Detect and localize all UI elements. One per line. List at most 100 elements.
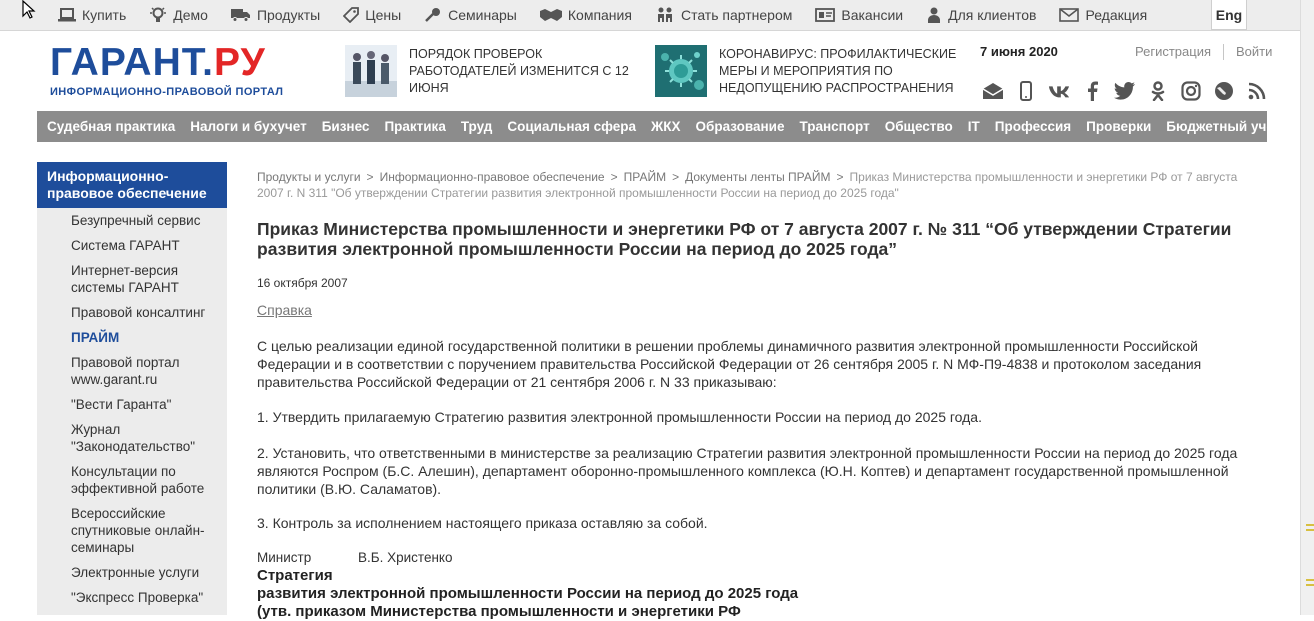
topnav-products[interactable]: Продукты bbox=[230, 7, 321, 23]
mainnav-item[interactable]: Общество bbox=[885, 119, 953, 134]
topnav-seminars[interactable]: Семинары bbox=[424, 7, 517, 23]
topnav-label: Редакция bbox=[1085, 7, 1148, 23]
topnav-label: Для клиентов bbox=[948, 7, 1037, 23]
mouse-cursor-icon bbox=[22, 0, 36, 19]
tag-icon bbox=[343, 7, 360, 23]
mainnav-item[interactable]: Транспорт bbox=[799, 119, 869, 134]
strategy-heading: Стратегия развития электронной промышлен… bbox=[257, 567, 798, 621]
sidebar-item-seminars[interactable]: Всероссийские спутниковые онлайн-семинар… bbox=[71, 505, 219, 556]
document-paragraph: 1. Утвердить прилагаемую Стратегию разви… bbox=[257, 409, 982, 425]
breadcrumb-separator: > bbox=[836, 170, 844, 184]
scroll-marker bbox=[1306, 529, 1314, 531]
sidebar-item-express-check[interactable]: "Экспресс Проверка" bbox=[71, 589, 221, 606]
strategy-line: развития электронной промышленности Росс… bbox=[257, 585, 799, 602]
topnav-buy[interactable]: Купить bbox=[58, 7, 126, 23]
main-nav: Судебная практика Налоги и бухучет Бизне… bbox=[37, 111, 1280, 142]
site-logo[interactable]: ГАРАНТ.РУ ИНФОРМАЦИОННО-ПРАВОВОЙ ПОРТАЛ bbox=[50, 41, 330, 98]
sidebar-item-portal[interactable]: Правовой портал www.garant.ru bbox=[71, 354, 206, 388]
current-date: 7 июня 2020 bbox=[980, 44, 1058, 59]
mainnav-item[interactable]: IT bbox=[968, 119, 980, 134]
sidebar: Безупречный сервис Система ГАРАНТ Интерн… bbox=[37, 208, 227, 615]
reference-link[interactable]: Справка bbox=[257, 302, 312, 318]
signer-role: Министр bbox=[257, 550, 312, 565]
sidebar-item-e-services[interactable]: Электронные услуги bbox=[71, 564, 221, 581]
mainnav-item[interactable]: Проверки bbox=[1086, 119, 1151, 134]
sidebar-item-journal[interactable]: Журнал "Законодательство" bbox=[71, 421, 211, 455]
vk-icon[interactable] bbox=[1048, 80, 1070, 102]
sidebar-item-service[interactable]: Безупречный сервис bbox=[71, 212, 221, 229]
sidebar-item-consultations[interactable]: Консультации по эффективной работе bbox=[71, 463, 221, 497]
top-utility-bar: Купить Демо Продукты Цены Семинары Компа… bbox=[0, 0, 1300, 31]
mobile-icon[interactable] bbox=[1015, 80, 1037, 102]
topnav-partner[interactable]: Стать партнером bbox=[655, 7, 792, 23]
topnav-label: Стать партнером bbox=[680, 7, 793, 23]
mainnav-item[interactable]: ЖКХ bbox=[651, 119, 680, 134]
promo-coronavirus[interactable]: Коронавирус: профилактические меры и мер… bbox=[655, 45, 959, 97]
document-paragraph: 2. Установить, что ответственными в мини… bbox=[257, 445, 1238, 497]
sidebar-item-vesti[interactable]: "Вести Гаранта" bbox=[71, 396, 221, 413]
logo-part2: РУ bbox=[214, 41, 266, 84]
mainnav-item[interactable]: Бюджетный учет bbox=[1166, 119, 1280, 134]
document-paragraph: 3. Контроль за исполнением настоящего пр… bbox=[257, 515, 708, 531]
topnav-label: Продукты bbox=[256, 7, 321, 23]
breadcrumb-item[interactable]: Продукты и услуги bbox=[257, 170, 361, 184]
handshake-icon bbox=[539, 9, 562, 21]
facebook-icon[interactable] bbox=[1081, 80, 1103, 102]
mainnav-item[interactable]: Налоги и бухучет bbox=[190, 119, 306, 134]
envelope-icon bbox=[1059, 8, 1080, 22]
topnav-prices[interactable]: Цены bbox=[343, 7, 401, 23]
page-title: Приказ Министерства промышленности и эне… bbox=[257, 219, 1232, 259]
mainnav-item[interactable]: Труд bbox=[461, 119, 493, 134]
promo-text: Коронавирус: профилактические меры и мер… bbox=[719, 46, 957, 95]
breadcrumb-separator: > bbox=[672, 170, 680, 184]
topnav-label: Семинары bbox=[448, 7, 517, 23]
topnav-label: Цены bbox=[365, 7, 402, 23]
mail-icon[interactable] bbox=[982, 80, 1004, 102]
id-card-icon bbox=[815, 8, 836, 22]
instagram-icon[interactable] bbox=[1180, 80, 1202, 102]
auth-divider bbox=[1223, 44, 1224, 60]
language-switch[interactable]: Eng bbox=[1211, 0, 1247, 30]
auth-links: Регистрация Войти bbox=[1135, 44, 1272, 60]
twitter-icon[interactable] bbox=[1114, 80, 1136, 102]
breadcrumb-item[interactable]: ПРАЙМ bbox=[624, 170, 666, 184]
breadcrumb-item[interactable]: Документы ленты ПРАЙМ bbox=[685, 170, 830, 184]
login-link[interactable]: Войти bbox=[1236, 44, 1272, 60]
rss-icon[interactable] bbox=[1246, 80, 1268, 102]
strategy-line: Стратегия bbox=[257, 567, 333, 584]
breadcrumb: Продукты и услуги > Информационно-правовое… bbox=[257, 169, 1267, 201]
topnav-label: Демо bbox=[173, 7, 208, 23]
mainnav-item[interactable]: Образование bbox=[696, 119, 785, 134]
topnav-company[interactable]: Компания bbox=[539, 7, 632, 23]
signer-name: В.Б. Христенко bbox=[358, 550, 453, 565]
document-paragraph: С целью реализации единой государственно… bbox=[257, 338, 1202, 390]
mainnav-item[interactable]: Практика bbox=[384, 119, 445, 134]
sidebar-title[interactable]: Информационно-правовое обеспечение bbox=[37, 162, 227, 208]
topnav-vacancies[interactable]: Вакансии bbox=[815, 7, 903, 23]
topnav-editorial[interactable]: Редакция bbox=[1059, 7, 1147, 23]
mainnav-item[interactable]: Судебная практика bbox=[47, 119, 175, 134]
breadcrumb-item[interactable]: Информационно-правовое обеспечение bbox=[380, 170, 605, 184]
sidebar-item-prime[interactable]: ПРАЙМ bbox=[71, 329, 221, 346]
vertical-scrollbar[interactable] bbox=[1300, 0, 1314, 615]
document-date: 16 октября 2007 bbox=[257, 276, 348, 290]
topnav-demo[interactable]: Демо bbox=[149, 7, 208, 23]
scroll-marker bbox=[1306, 524, 1314, 526]
mainnav-item[interactable]: Социальная сфера bbox=[507, 119, 636, 134]
sidebar-item-consulting[interactable]: Правовой консалтинг bbox=[71, 304, 221, 321]
scroll-marker bbox=[1306, 579, 1314, 581]
odnoklassniki-icon[interactable] bbox=[1147, 80, 1169, 102]
mainnav-item[interactable]: Бизнес bbox=[322, 119, 370, 134]
sidebar-item-internet-version[interactable]: Интернет-версия системы ГАРАНТ bbox=[71, 262, 211, 296]
logo-dot: . bbox=[202, 41, 214, 84]
virus-image bbox=[655, 45, 707, 97]
promo-text: Порядок проверок работодателей изменится… bbox=[409, 46, 629, 95]
livejournal-icon[interactable] bbox=[1213, 80, 1235, 102]
register-link[interactable]: Регистрация bbox=[1135, 44, 1211, 60]
mainnav-item[interactable]: Профессия bbox=[995, 119, 1071, 134]
promo-inspections[interactable]: Порядок проверок работодателей изменится… bbox=[345, 45, 644, 97]
top-nav: Купить Демо Продукты Цены Семинары Компа… bbox=[58, 0, 1170, 30]
topnav-label: Купить bbox=[82, 7, 127, 23]
sidebar-item-garant-system[interactable]: Система ГАРАНТ bbox=[71, 237, 221, 254]
topnav-clients[interactable]: Для клиентов bbox=[926, 7, 1036, 23]
